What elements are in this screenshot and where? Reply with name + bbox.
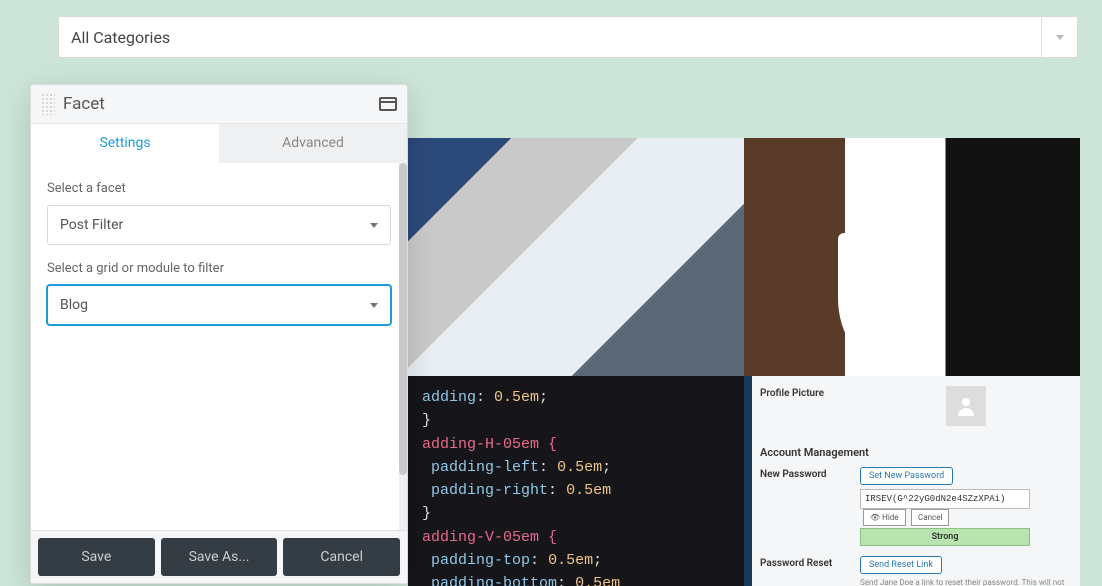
chevron-down-icon (370, 223, 378, 228)
panel-header[interactable]: Facet (31, 85, 407, 124)
grid-module-select-value: Blog (60, 297, 88, 313)
chevron-down-icon (370, 303, 378, 308)
select-facet-label: Select a facet (47, 181, 391, 196)
avatar-icon (946, 386, 986, 426)
panel-title: Facet (63, 94, 379, 114)
chevron-down-icon (1041, 17, 1077, 57)
facet-settings-panel: Facet Settings Advanced Select a facet P… (30, 84, 408, 584)
save-button[interactable]: Save (38, 538, 155, 576)
grid-item[interactable]: adding: 0.5em; } adding-H-05em { padding… (408, 376, 744, 586)
category-select-value: All Categories (71, 28, 170, 47)
account-management-heading: Account Management (760, 446, 1072, 459)
hide-button[interactable]: 👁 Hide (863, 509, 906, 526)
facet-select-value: Post Filter (60, 217, 123, 233)
scrollbar-thumb[interactable] (399, 163, 407, 475)
category-select[interactable]: All Categories (58, 16, 1078, 58)
grid-module-select[interactable]: Blog (47, 285, 391, 325)
save-as-button[interactable]: Save As... (161, 538, 278, 576)
drag-handle-icon[interactable] (41, 93, 55, 115)
scrollbar[interactable] (399, 163, 407, 530)
select-grid-label: Select a grid or module to filter (47, 261, 391, 276)
tab-settings[interactable]: Settings (31, 124, 219, 163)
window-icon[interactable] (379, 97, 397, 111)
grid-item[interactable] (408, 138, 744, 376)
grid-item[interactable]: Profile Picture Account Management New P… (744, 376, 1080, 586)
blog-grid: adding: 0.5em; } adding-H-05em { padding… (408, 138, 1080, 586)
password-reset-label: Password Reset (760, 556, 860, 569)
grid-item[interactable] (744, 138, 1080, 376)
password-strength: Strong (860, 528, 1030, 546)
cancel-button[interactable]: Cancel (283, 538, 400, 576)
tab-advanced[interactable]: Advanced (219, 124, 407, 163)
set-new-password-button[interactable]: Set New Password (860, 467, 953, 485)
cancel-button[interactable]: Cancel (911, 509, 949, 526)
facet-select[interactable]: Post Filter (47, 205, 391, 245)
new-password-label: New Password (760, 467, 860, 480)
password-input[interactable]: IRSEV(G^22yG0dN2e4SZzXPAi) (860, 489, 1030, 509)
send-reset-link-button[interactable]: Send Reset Link (860, 556, 942, 574)
profile-picture-label: Profile Picture (760, 386, 860, 399)
